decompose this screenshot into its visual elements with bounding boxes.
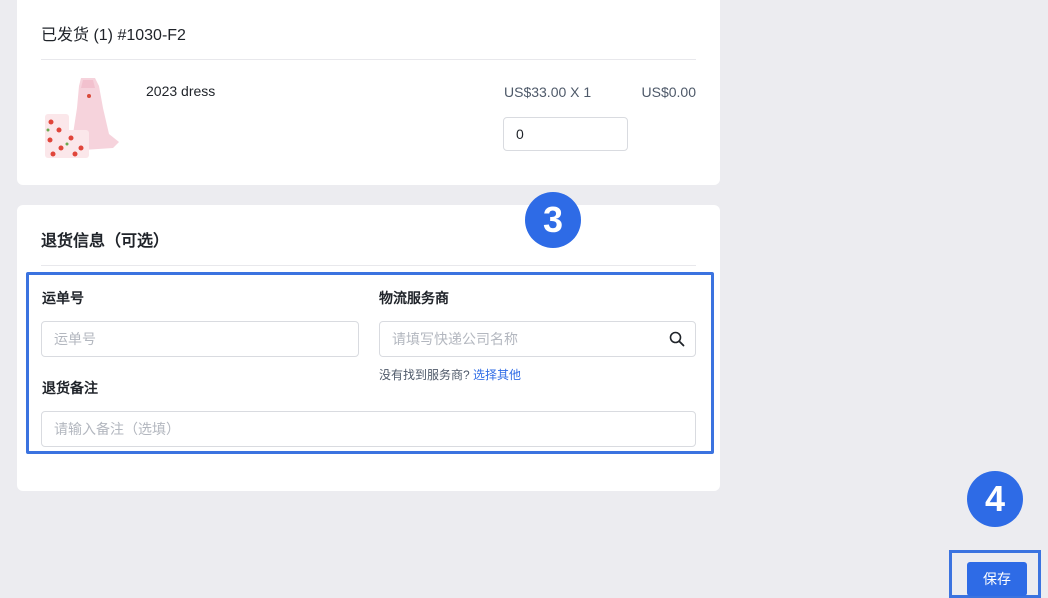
note-label: 退货备注: [42, 380, 98, 396]
product-thumbnail: [45, 78, 119, 158]
carrier-hint: 没有找到服务商? 选择其他: [379, 366, 521, 383]
carrier-label: 物流服务商: [379, 290, 449, 306]
shipped-title: 已发货 (1) #1030-F2: [41, 27, 186, 44]
line-total: US$0.00: [641, 84, 696, 100]
step-4-badge: 4: [967, 471, 1023, 527]
search-icon[interactable]: [669, 331, 685, 347]
tracking-number-input[interactable]: 运单号: [41, 321, 359, 357]
tracking-label: 运单号: [42, 290, 84, 306]
product-name: 2023 dress: [146, 83, 216, 99]
return-note-input[interactable]: 请输入备注（选填）: [41, 411, 696, 447]
unit-price: US$33.00 X 1: [504, 84, 592, 100]
step-3-badge: 3: [525, 192, 581, 248]
divider: [41, 265, 696, 266]
return-info-title: 退货信息（可选）: [41, 233, 170, 250]
quantity-input[interactable]: 0: [503, 117, 628, 151]
save-button[interactable]: 保存: [967, 562, 1027, 596]
carrier-hint-text: 没有找到服务商?: [379, 368, 470, 382]
shipped-card: 已发货 (1) #1030-F2 2023 dress US$33.00 X 1…: [17, 0, 720, 185]
carrier-input[interactable]: 请填写快递公司名称: [379, 321, 696, 357]
choose-other-link[interactable]: 选择其他: [473, 368, 521, 382]
carrier-placeholder: 请填写快递公司名称: [392, 331, 518, 347]
divider: [41, 59, 696, 60]
